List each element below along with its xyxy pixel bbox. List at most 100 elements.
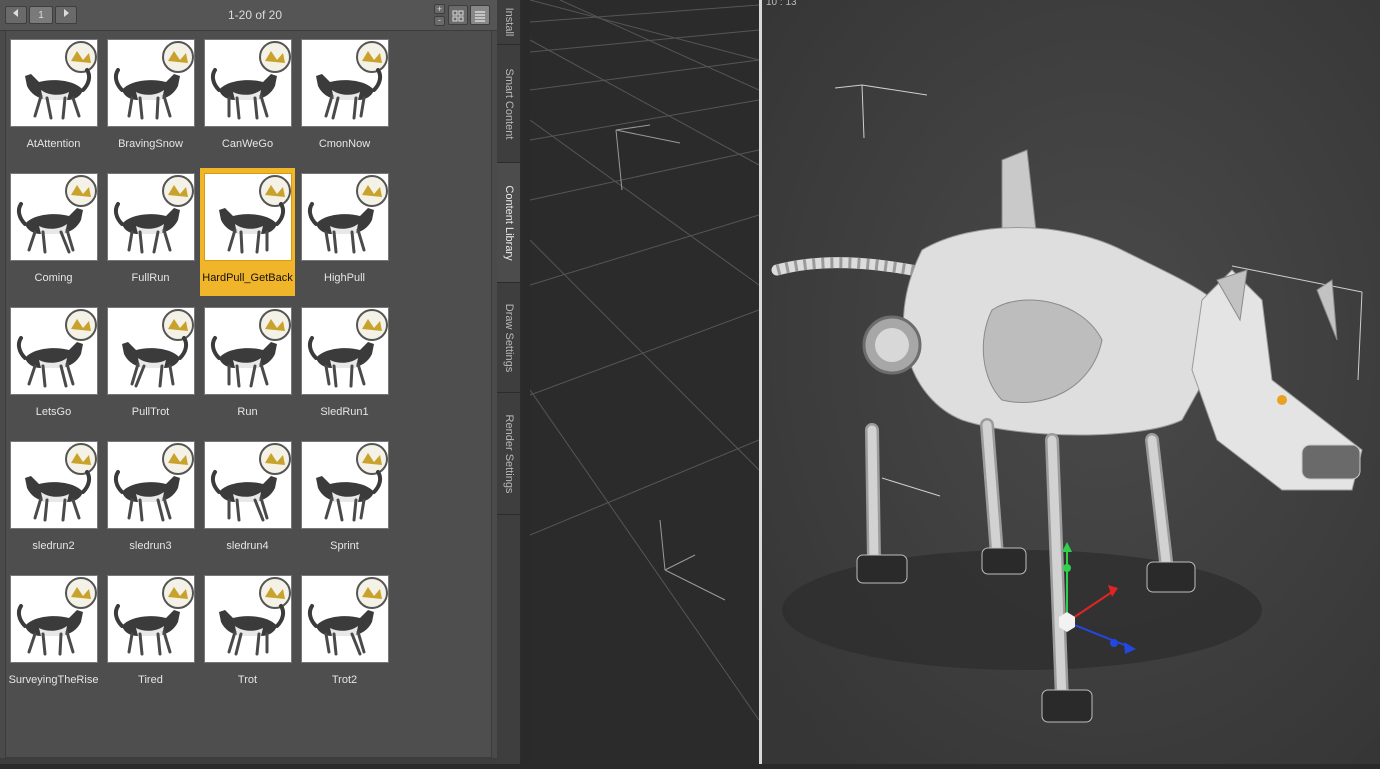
pose-tile[interactable]: CanWeGo bbox=[200, 34, 295, 162]
page-count-label: 1-20 of 20 bbox=[227, 8, 283, 22]
husky-icon bbox=[16, 577, 97, 656]
pose-tile[interactable]: SledRun1 bbox=[297, 302, 392, 430]
tab-content-library[interactable]: Content Library bbox=[497, 163, 520, 283]
pose-tile[interactable]: Coming bbox=[6, 168, 101, 296]
perspective-viewport[interactable] bbox=[529, 0, 760, 764]
grid-view-button[interactable] bbox=[448, 5, 468, 25]
pose-tile[interactable]: Tired bbox=[103, 570, 198, 698]
content-library-panel: 1 1-20 of 20 + - AtAttention BravingSnow C… bbox=[0, 0, 497, 764]
pose-label: Trot bbox=[237, 674, 258, 686]
pose-thumbnail bbox=[107, 307, 195, 395]
pose-tile[interactable]: AtAttention bbox=[6, 34, 101, 162]
pose-label: PullTrot bbox=[131, 406, 170, 418]
husky-icon bbox=[219, 577, 291, 656]
pose-thumbnail bbox=[10, 173, 98, 261]
pose-thumbnail bbox=[204, 307, 292, 395]
husky-icon bbox=[25, 41, 97, 120]
pose-label: Run bbox=[237, 406, 258, 418]
tab-label: Content Library bbox=[502, 184, 515, 261]
timecode-label: 10 : 13 bbox=[766, 0, 797, 8]
next-page-button[interactable] bbox=[55, 6, 77, 24]
pose-tile[interactable]: SurveyingTheRise bbox=[6, 570, 101, 698]
tab-install[interactable]: Install bbox=[497, 0, 520, 45]
pose-label: sledrun3 bbox=[129, 540, 172, 552]
pose-thumbnail bbox=[301, 441, 389, 529]
pose-tile[interactable]: sledrun3 bbox=[103, 436, 198, 564]
pose-tile[interactable]: Trot2 bbox=[297, 570, 392, 698]
tab-render-settings[interactable]: Render Settings bbox=[497, 393, 520, 515]
robot-dog-model bbox=[762, 0, 1380, 764]
pose-tile[interactable]: PullTrot bbox=[103, 302, 198, 430]
pose-label: CmonNow bbox=[318, 138, 371, 150]
library-toolbar: 1 1-20 of 20 + - bbox=[0, 0, 497, 31]
pose-thumbnail bbox=[10, 307, 98, 395]
pose-thumbnail bbox=[107, 441, 195, 529]
page-number[interactable]: 1 bbox=[29, 6, 53, 24]
arrow-right-icon bbox=[64, 9, 69, 17]
zoom-in-button[interactable]: + bbox=[434, 4, 445, 14]
pose-tile[interactable]: sledrun4 bbox=[200, 436, 295, 564]
viewport-grid bbox=[529, 0, 760, 721]
pose-thumbnail bbox=[107, 173, 195, 261]
husky-icon bbox=[307, 175, 388, 254]
pose-thumbnail bbox=[10, 39, 98, 127]
pose-label: Tired bbox=[138, 674, 163, 686]
husky-icon bbox=[210, 443, 291, 522]
pose-label: Coming bbox=[34, 272, 73, 284]
arrow-left-icon bbox=[13, 9, 18, 17]
pose-label: Trot2 bbox=[331, 674, 358, 686]
pose-tile[interactable]: HighPull bbox=[297, 168, 392, 296]
tab-draw-settings[interactable]: Draw Settings bbox=[497, 283, 520, 393]
pose-thumbnail bbox=[301, 575, 389, 663]
tab-label: Draw Settings bbox=[502, 303, 515, 372]
husky-icon bbox=[25, 443, 97, 522]
pose-thumbnail bbox=[10, 575, 98, 663]
pose-tile[interactable]: Run bbox=[200, 302, 295, 430]
husky-icon bbox=[307, 309, 388, 388]
husky-icon bbox=[210, 41, 291, 120]
pose-label: LetsGo bbox=[35, 406, 72, 418]
husky-icon bbox=[16, 175, 97, 254]
pose-thumbnail bbox=[301, 39, 389, 127]
pose-label: HardPull_GetBack bbox=[202, 272, 293, 284]
pose-thumbnail bbox=[301, 173, 389, 261]
grid-view-icon bbox=[452, 10, 464, 22]
pose-thumbnail bbox=[204, 441, 292, 529]
tab-label: Render Settings bbox=[502, 414, 515, 493]
pose-label: CanWeGo bbox=[221, 138, 274, 150]
list-view-button[interactable] bbox=[470, 5, 490, 25]
plus-icon: + bbox=[436, 4, 443, 14]
husky-icon bbox=[219, 175, 291, 254]
husky-icon bbox=[316, 41, 388, 120]
pose-thumbnail bbox=[107, 39, 195, 127]
pose-label: AtAttention bbox=[26, 138, 81, 150]
pose-tile[interactable]: CmonNow bbox=[297, 34, 392, 162]
panel-footer bbox=[0, 758, 497, 764]
pose-label: Sprint bbox=[330, 540, 359, 552]
husky-icon bbox=[113, 443, 194, 522]
pose-thumbnail bbox=[204, 575, 292, 663]
pose-tile[interactable]: sledrun2 bbox=[6, 436, 101, 564]
pose-thumbnail bbox=[10, 441, 98, 529]
list-view-icon bbox=[475, 11, 485, 22]
pose-tile[interactable]: BravingSnow bbox=[103, 34, 198, 162]
pose-tile[interactable]: FullRun bbox=[103, 168, 198, 296]
husky-icon bbox=[16, 309, 97, 388]
pose-tile[interactable]: Sprint bbox=[297, 436, 392, 564]
husky-icon bbox=[307, 577, 388, 656]
pose-tile[interactable]: Trot bbox=[200, 570, 295, 698]
render-viewport[interactable] bbox=[762, 0, 1380, 764]
husky-icon bbox=[122, 309, 194, 388]
pose-label: FullRun bbox=[131, 272, 170, 284]
tab-smart-content[interactable]: Smart Content bbox=[497, 45, 520, 163]
pose-tile[interactable]: HardPull_GetBack bbox=[200, 168, 295, 296]
husky-icon bbox=[113, 577, 194, 656]
pose-tile[interactable]: LetsGo bbox=[6, 302, 101, 430]
tab-label: Smart Content bbox=[502, 68, 515, 139]
pose-label: SurveyingTheRise bbox=[8, 674, 99, 686]
zoom-out-button[interactable]: - bbox=[434, 16, 445, 26]
husky-icon bbox=[113, 41, 194, 120]
husky-icon bbox=[316, 443, 388, 522]
prev-page-button[interactable] bbox=[5, 6, 27, 24]
side-tab-bar: Install Smart Content Content Library Dr… bbox=[497, 0, 521, 764]
